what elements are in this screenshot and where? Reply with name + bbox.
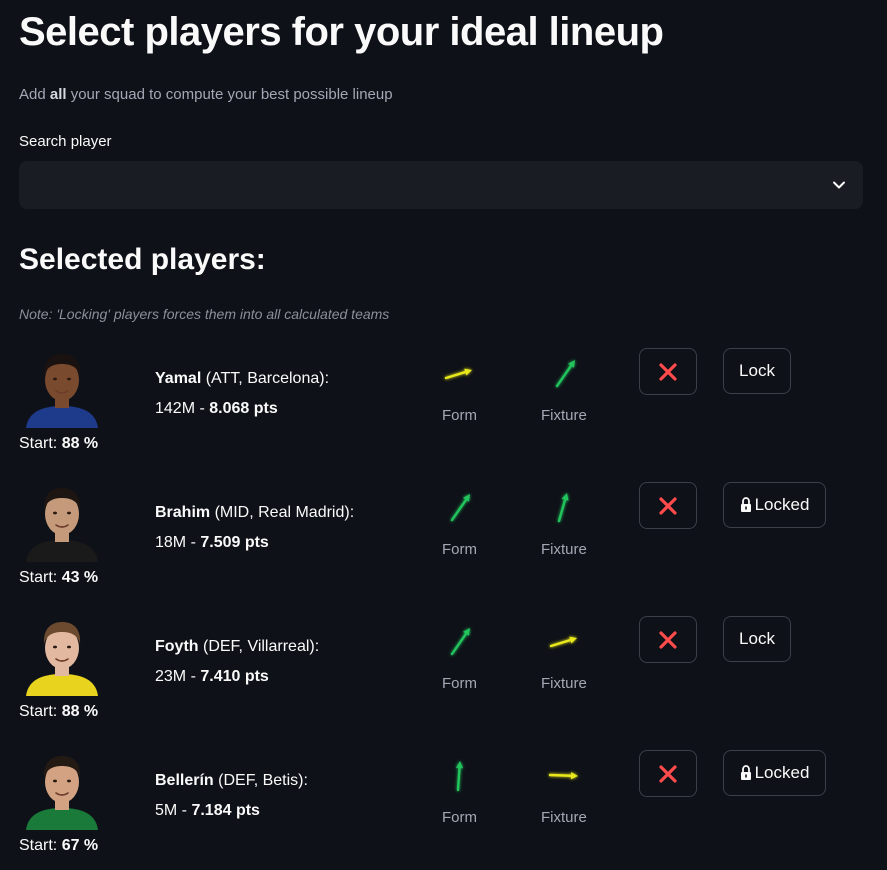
lock-button-label: Locked [754,495,810,514]
lock-button-label: Lock [739,629,775,648]
subtitle-suffix: your squad to compute your best possible… [66,86,393,103]
remove-player-button[interactable] [639,348,697,395]
close-icon [659,764,677,783]
close-icon [659,362,677,381]
padlock-icon [740,765,751,780]
player-price-line: 23M - 7.410 pts [155,668,269,685]
start-probability: Start: 67 % [19,837,99,854]
search-select[interactable] [19,161,863,209]
form-trend-arrow-icon [440,354,480,394]
player-details: (ATT, Barcelona): [201,370,330,387]
player-name: Brahim [155,504,211,521]
form-trend-arrow-icon [440,488,480,528]
player-price-line: 18M - 7.509 pts [155,534,269,551]
lock-button-label: Lock [739,361,775,380]
player-name-line: Foyth (DEF, Villarreal): [155,638,319,656]
start-probability: Start: 88 % [19,435,99,452]
player-row: Start: 88 % Yamal (ATT, Barcelona): 142M… [0,348,887,468]
lock-player-button[interactable]: Lock [723,348,791,394]
player-row: Start: 67 % Bellerín (DEF, Betis): 5M - … [0,750,887,870]
form-label: Form [442,675,477,692]
locking-note: Note: 'Locking' players forces them into… [19,306,390,322]
subtitle-emphasis: all [49,86,67,103]
player-price-line: 142M - 8.068 pts [155,400,278,417]
page-subtitle: Add all your squad to compute your best … [19,86,393,103]
fixture-trend-arrow-icon [545,622,585,662]
close-icon [659,630,677,649]
player-photo [22,348,102,428]
remove-player-button[interactable] [639,482,697,529]
player-points: 7.184 pts [191,802,260,819]
start-probability: Start: 88 % [19,703,99,720]
player-price: 142M [155,400,196,417]
subtitle-prefix: Add [19,86,50,103]
player-row: Start: 88 % Foyth (DEF, Villarreal): 23M… [0,616,887,736]
player-name: Foyth [155,638,199,655]
lock-player-button[interactable]: Lock [723,616,791,662]
fixture-label: Fixture [541,407,587,424]
fixture-label: Fixture [541,809,587,826]
player-details: (DEF, Betis): [213,772,308,789]
form-trend-arrow-icon [440,622,480,662]
padlock-icon [740,497,751,512]
player-price: 23M [155,668,187,685]
search-input[interactable] [19,161,819,209]
form-label: Form [442,407,477,424]
player-price: 5M [155,802,178,819]
player-photo [22,616,102,696]
fixture-trend-arrow-icon [545,488,585,528]
player-name-line: Brahim (MID, Real Madrid): [155,504,354,522]
player-name: Bellerín [155,772,214,789]
unlock-player-button[interactable]: Locked [723,482,826,528]
selected-players-title: Selected players: [19,243,266,276]
page-title: Select players for your ideal lineup [19,10,664,54]
player-price-line: 5M - 7.184 pts [155,802,260,819]
player-points: 7.509 pts [200,534,269,551]
fixture-trend-arrow-icon [545,354,585,394]
remove-player-button[interactable] [639,616,697,663]
player-points: 7.410 pts [200,668,269,685]
player-price: 18M [155,534,187,551]
start-probability: Start: 43 % [19,569,99,586]
player-details: (MID, Real Madrid): [210,504,355,521]
player-name-line: Bellerín (DEF, Betis): [155,772,308,790]
form-label: Form [442,541,477,558]
close-icon [659,496,677,515]
form-trend-arrow-icon [440,756,480,796]
chevron-down-icon[interactable] [832,178,846,192]
fixture-label: Fixture [541,541,587,558]
remove-player-button[interactable] [639,750,697,797]
search-label: Search player [19,133,112,150]
fixture-label: Fixture [541,675,587,692]
player-row: Start: 43 % Brahim (MID, Real Madrid): 1… [0,482,887,602]
player-photo [22,482,102,562]
player-name: Yamal [155,370,202,387]
lock-button-label: Locked [754,763,810,782]
unlock-player-button[interactable]: Locked [723,750,826,796]
player-photo [22,750,102,830]
fixture-trend-arrow-icon [545,756,585,796]
form-label: Form [442,809,477,826]
player-name-line: Yamal (ATT, Barcelona): [155,370,329,388]
player-details: (DEF, Villarreal): [198,638,320,655]
player-points: 8.068 pts [209,400,278,417]
